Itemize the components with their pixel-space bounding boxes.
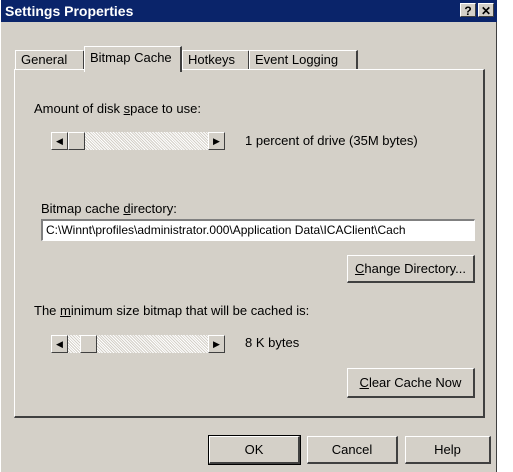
disk-space-label: Amount of disk space to use: (34, 101, 201, 116)
minimum-size-label: The minimum size bitmap that will be cac… (34, 303, 310, 318)
settings-properties-dialog: Settings Properties ? ✕ General Bitmap C… (0, 0, 497, 472)
slider-thumb[interactable] (80, 335, 97, 353)
cache-directory-label: Bitmap cache directory: (41, 201, 177, 216)
tab-bitmap-cache[interactable]: Bitmap Cache (84, 46, 182, 72)
left-arrow-icon[interactable]: ◀ (51, 132, 68, 150)
disk-space-slider[interactable]: ◀ ▶ (51, 132, 225, 150)
title-bar[interactable]: Settings Properties ? ✕ (1, 0, 497, 22)
cache-directory-field[interactable]: C:\Winnt\profiles\administrator.000\Appl… (41, 219, 475, 241)
window-title: Settings Properties (5, 3, 134, 19)
disk-space-value: 1 percent of drive (35M bytes) (245, 133, 418, 148)
right-arrow-icon[interactable]: ▶ (208, 335, 225, 353)
slider-track[interactable] (68, 132, 208, 150)
slider-thumb[interactable] (68, 132, 85, 150)
tab-event-logging[interactable]: Event Logging (249, 50, 358, 70)
cancel-button[interactable]: Cancel (307, 436, 398, 464)
change-directory-button[interactable]: Change Directory... (347, 255, 475, 283)
bitmap-cache-panel: Amount of disk space to use: ◀ ▶ 1 perce… (14, 69, 485, 418)
help-icon[interactable]: ? (460, 3, 476, 18)
tab-hotkeys[interactable]: Hotkeys (182, 50, 250, 70)
left-arrow-icon[interactable]: ◀ (51, 335, 68, 353)
clear-cache-now-button[interactable]: Clear Cache Now (347, 368, 475, 398)
close-icon[interactable]: ✕ (478, 3, 494, 18)
right-arrow-icon[interactable]: ▶ (208, 132, 225, 150)
minimum-size-value: 8 K bytes (245, 335, 300, 350)
tab-general[interactable]: General (15, 50, 85, 70)
help-button[interactable]: Help (405, 436, 491, 464)
minimum-size-slider[interactable]: ◀ ▶ (51, 335, 225, 353)
ok-button[interactable]: OK (208, 435, 301, 465)
